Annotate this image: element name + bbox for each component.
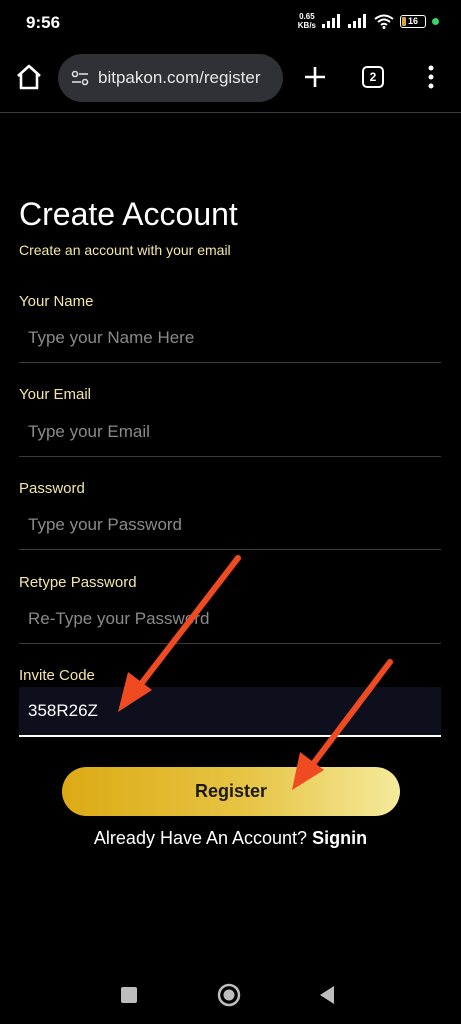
signin-prompt-row: Already Have An Account? Signin <box>0 828 461 849</box>
email-input[interactable] <box>19 407 441 457</box>
privacy-dot <box>432 17 439 25</box>
signin-link[interactable]: Signin <box>312 828 367 848</box>
recent-apps-button[interactable] <box>121 987 137 1003</box>
battery-icon: 16 <box>400 14 426 28</box>
new-tab-icon[interactable] <box>300 62 330 92</box>
register-button[interactable]: Register <box>62 767 400 816</box>
url-text[interactable]: bitpakon.com/register <box>98 68 261 88</box>
status-time: 9:56 <box>26 13 61 32</box>
status-bar: 9:56 0.65 KB/s 16 <box>0 0 461 44</box>
invite-code-input[interactable] <box>19 687 441 737</box>
address-bar[interactable]: bitpakon.com/register <box>58 54 283 102</box>
cell-signal-icon <box>322 14 340 28</box>
status-icons: 0.65 KB/s 16 <box>298 12 439 30</box>
signin-prompt: Already Have An Account? <box>93 828 308 848</box>
page-subtitle: Create an account with your email <box>19 242 231 258</box>
wifi-icon <box>374 14 394 29</box>
browser-toolbar: bitpakon.com/register 2 <box>0 44 461 113</box>
battery-level: 16 <box>407 16 418 26</box>
password-input[interactable] <box>19 500 441 550</box>
invite-code-label: Invite Code <box>19 667 95 684</box>
home-button-icon[interactable] <box>217 983 241 1007</box>
name-input[interactable] <box>19 313 441 363</box>
email-label: Your Email <box>19 386 91 403</box>
retype-password-input[interactable] <box>19 594 441 644</box>
cell-signal-icon <box>348 14 366 28</box>
back-button-icon[interactable] <box>318 985 336 1005</box>
retype-password-label: Retype Password <box>19 574 137 591</box>
more-menu-icon[interactable] <box>420 62 442 92</box>
password-label: Password <box>19 480 85 497</box>
page-title: Create Account <box>19 196 238 232</box>
tab-switcher-button[interactable]: 2 <box>362 66 384 88</box>
site-settings-icon[interactable] <box>70 68 90 88</box>
home-icon[interactable] <box>14 62 44 92</box>
network-speed: 0.65 KB/s <box>297 12 316 30</box>
name-label: Your Name <box>19 293 94 310</box>
